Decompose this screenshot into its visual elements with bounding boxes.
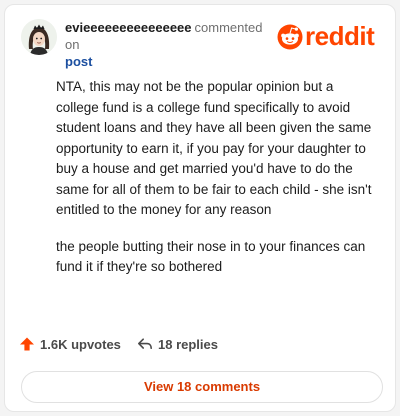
reply-arrow-icon [138,338,152,349]
comment-meta: evieeeeeeeeeeeeeee commented on post [65,19,275,70]
comment-paragraph: the people butting their nose in to your… [56,238,366,275]
arrow-up-icon [20,337,34,351]
post-link[interactable]: post [65,53,275,70]
reddit-logo[interactable]: reddit [277,21,383,53]
view-comments-button[interactable]: View 18 comments [21,371,383,403]
upvote-count: 1.6K upvotes [40,336,121,352]
replies-button[interactable]: 18 replies [137,333,218,355]
reddit-wordmark: reddit [305,21,375,51]
reply-count: 18 replies [158,336,218,352]
comment-header: evieeeeeeeeeeeeeee commented on post redd… [21,17,383,69]
comment-body: NTA, this may not be the popular opinion… [56,77,374,294]
username[interactable]: evieeeeeeeeeeeeeee [65,20,192,35]
user-avatar[interactable] [21,19,57,55]
reddit-snoo-icon [277,24,303,50]
upvote-button[interactable]: 1.6K upvotes [19,333,121,355]
comment-paragraph: NTA, this may not be the popular opinion… [56,79,372,217]
comment-card: evieeeeeeeeeeeeeee commented on post redd… [4,4,396,412]
comment-actions: 1.6K upvotes 18 replies [19,333,379,355]
